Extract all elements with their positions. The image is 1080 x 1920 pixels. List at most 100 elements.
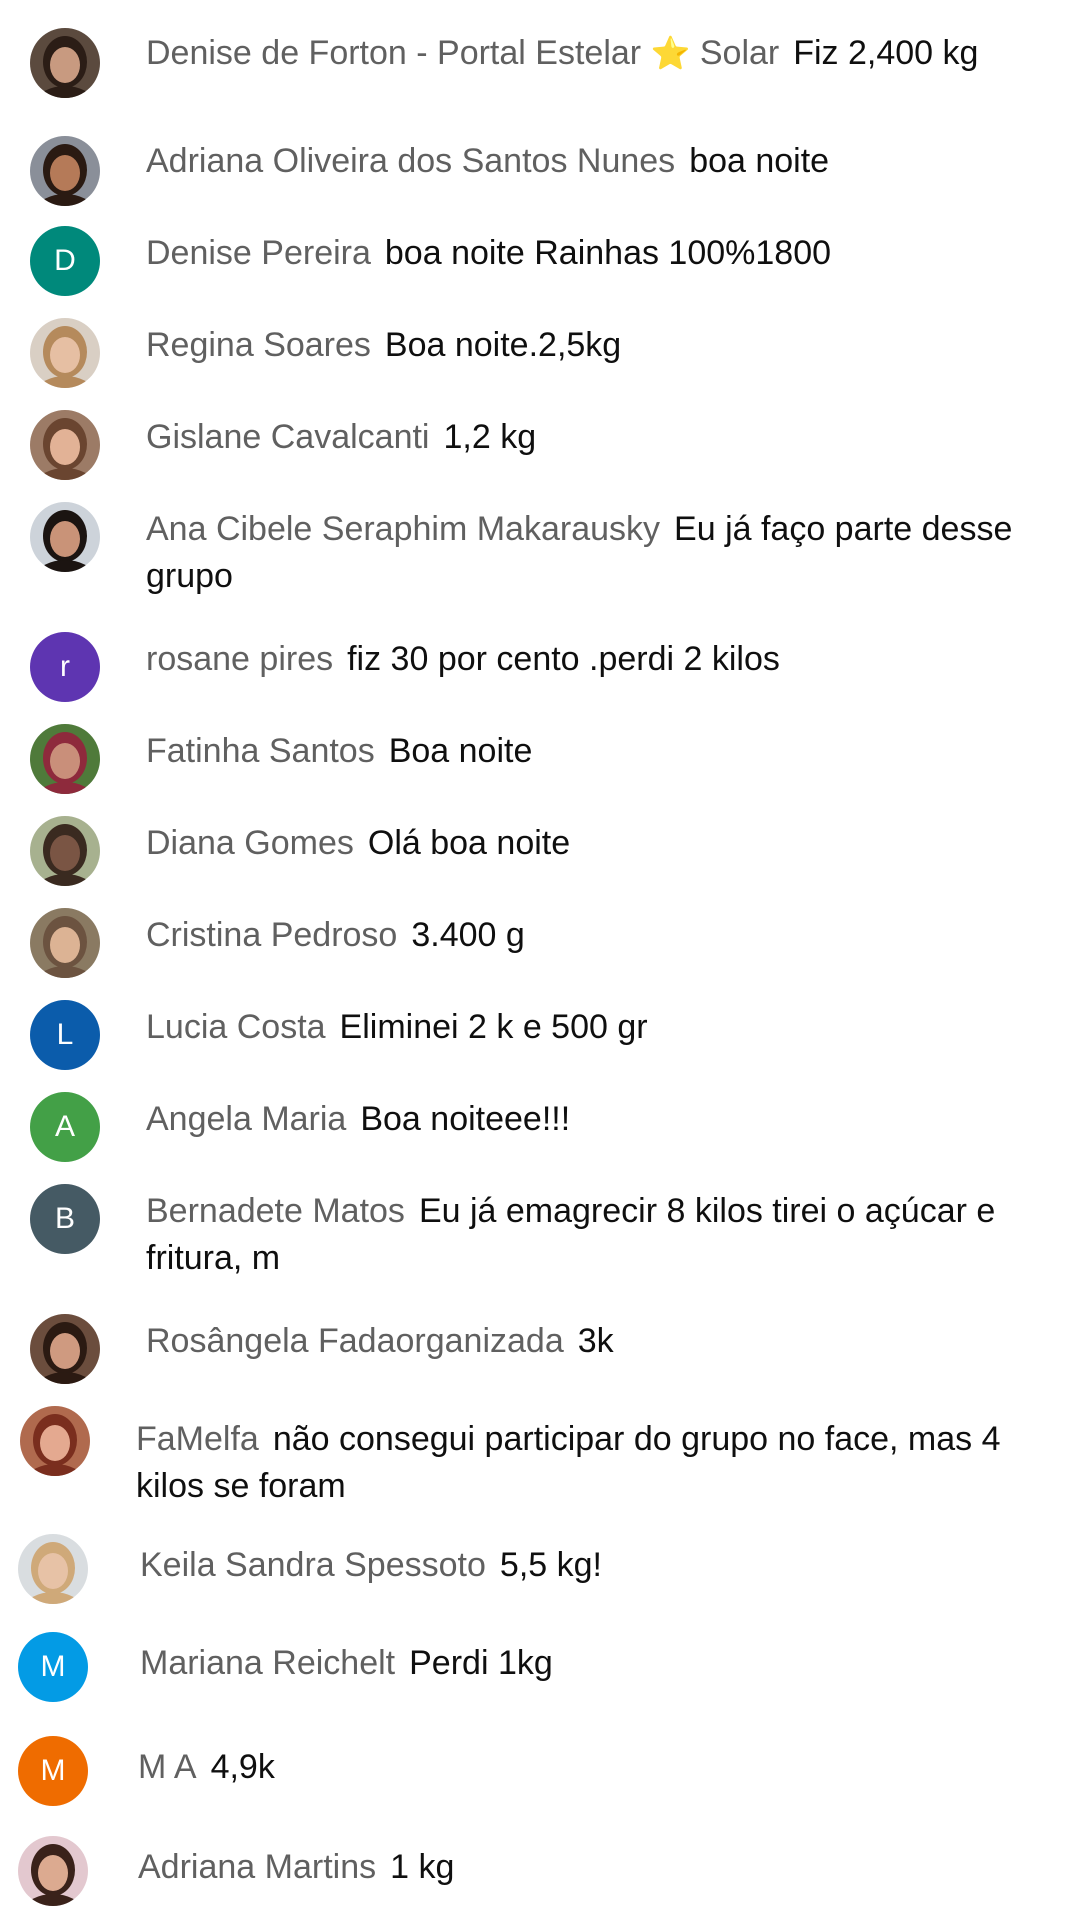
- message-body: 1,2 kg: [443, 418, 537, 456]
- message-body: Fiz 2,400 kg: [793, 34, 979, 72]
- author-name[interactable]: Keila Sandra Spessoto: [140, 1546, 486, 1584]
- author-name[interactable]: Adriana Martins: [138, 1848, 376, 1886]
- author-name[interactable]: Bernadete Matos: [146, 1192, 405, 1230]
- author-name[interactable]: Rosângela Fadaorganizada: [146, 1322, 564, 1360]
- avatar[interactable]: L: [30, 1000, 100, 1070]
- message-text-block: Ana Cibele Seraphim Makarausky Eu já faço…: [146, 506, 1026, 600]
- author-name[interactable]: Adriana Oliveira dos Santos Nunes: [146, 142, 675, 180]
- author-name-text: Denise de Forton - Portal Estelar: [146, 34, 642, 72]
- avatar[interactable]: [30, 908, 100, 978]
- message-text-block: Keila Sandra Spessoto 5,5 kg!: [140, 1542, 1020, 1589]
- author-suffix: Solar: [699, 34, 780, 72]
- message-body: Boa noiteee!!!: [360, 1100, 571, 1138]
- author-name-text: Diana Gomes: [146, 824, 354, 862]
- avatar[interactable]: [30, 136, 100, 206]
- message-text-block: Fatinha Santos Boa noite: [146, 728, 1026, 775]
- message-body: Olá boa noite: [367, 824, 571, 862]
- message-text-block: Diana Gomes Olá boa noite: [146, 820, 1026, 867]
- author-name[interactable]: FaMelfa: [136, 1420, 259, 1458]
- message-body: não consegui participar do grupo no face…: [136, 1420, 1001, 1505]
- avatar[interactable]: A: [30, 1092, 100, 1162]
- star-icon: ⭐: [650, 34, 691, 72]
- author-name-text: Fatinha Santos: [146, 732, 375, 770]
- author-name-text: Lucia Costa: [146, 1008, 326, 1046]
- message-body: fiz 30 por cento .perdi 2 kilos: [347, 640, 780, 678]
- message-text-block: Mariana Reichelt Perdi 1kg: [140, 1640, 1020, 1687]
- author-name-text: Bernadete Matos: [146, 1192, 405, 1230]
- avatar[interactable]: [30, 410, 100, 480]
- author-name-text: Mariana Reichelt: [140, 1644, 396, 1682]
- message-text-block: Cristina Pedroso 3.400 g: [146, 912, 1026, 959]
- message-text-block: Adriana Martins 1 kg: [138, 1844, 1018, 1891]
- author-name-text: Adriana Martins: [138, 1848, 377, 1886]
- avatar-letter: M: [40, 1754, 66, 1787]
- avatar[interactable]: B: [30, 1184, 100, 1254]
- message-text-block: Denise de Forton - Portal Estelar ⭐ Sola…: [146, 30, 1026, 77]
- avatar[interactable]: M: [18, 1736, 88, 1806]
- author-name[interactable]: Gislane Cavalcanti: [146, 418, 429, 456]
- message-text-block: M A 4,9k: [138, 1744, 1018, 1791]
- author-name-text: Angela Maria: [146, 1100, 347, 1138]
- author-name[interactable]: M A: [138, 1748, 197, 1786]
- message-text-block: Rosângela Fadaorganizada 3k: [146, 1318, 1026, 1365]
- message-body: boa noite: [689, 142, 830, 180]
- author-name-text: Rosângela Fadaorganizada: [146, 1322, 564, 1360]
- avatar-letter: L: [56, 1018, 74, 1051]
- message-text-block: Bernadete Matos Eu já emagrecir 8 kilos t…: [146, 1188, 1026, 1282]
- message-text-block: Adriana Oliveira dos Santos Nunes boa noi…: [146, 138, 1026, 185]
- avatar[interactable]: [18, 1836, 88, 1906]
- author-name-text: Ana Cibele Seraphim Makarausky: [146, 510, 661, 548]
- author-name[interactable]: Cristina Pedroso: [146, 916, 397, 954]
- author-name[interactable]: Lucia Costa: [146, 1008, 326, 1046]
- message-text-block: Denise Pereira boa noite Rainhas 100%1800: [146, 230, 1026, 277]
- avatar[interactable]: r: [30, 632, 100, 702]
- message-body: Boa noite: [388, 732, 533, 770]
- author-name[interactable]: Diana Gomes: [146, 824, 354, 862]
- author-name[interactable]: Mariana Reichelt: [140, 1644, 395, 1682]
- message-body: Boa noite.2,5kg: [384, 326, 622, 364]
- avatar-letter: D: [54, 244, 76, 277]
- avatar[interactable]: [18, 1534, 88, 1604]
- message-text-block: Lucia Costa Eliminei 2 k e 500 gr: [146, 1004, 1026, 1051]
- avatar-letter: M: [40, 1650, 66, 1683]
- avatar[interactable]: [30, 816, 100, 886]
- message-text-block: Gislane Cavalcanti 1,2 kg: [146, 414, 1026, 461]
- author-name[interactable]: Ana Cibele Seraphim Makarausky: [146, 510, 660, 548]
- message-body: Eliminei 2 k e 500 gr: [339, 1008, 648, 1046]
- author-name-text: FaMelfa: [136, 1420, 259, 1458]
- author-name[interactable]: Denise de Forton - Portal Estelar ⭐ Sola…: [146, 34, 779, 72]
- message-body: 1 kg: [390, 1848, 455, 1886]
- message-body: boa noite Rainhas 100%1800: [384, 234, 832, 272]
- message-body: 3.400 g: [411, 916, 525, 954]
- live-chat-list: Denise de Forton - Portal Estelar ⭐ Sola…: [0, 0, 1080, 1920]
- message-body: 5,5 kg!: [499, 1546, 602, 1584]
- author-name[interactable]: rosane pires: [146, 640, 333, 678]
- author-name-text: M A: [138, 1748, 197, 1786]
- avatar[interactable]: [30, 318, 100, 388]
- author-name-text: Cristina Pedroso: [146, 916, 398, 954]
- avatar[interactable]: [20, 1406, 90, 1476]
- author-name[interactable]: Regina Soares: [146, 326, 371, 364]
- message-text-block: Angela Maria Boa noiteee!!!: [146, 1096, 1026, 1143]
- message-body: Perdi 1kg: [409, 1644, 553, 1682]
- author-name[interactable]: Angela Maria: [146, 1100, 346, 1138]
- author-name-text: Adriana Oliveira dos Santos Nunes: [146, 142, 676, 180]
- author-name[interactable]: Denise Pereira: [146, 234, 371, 272]
- author-name[interactable]: Fatinha Santos: [146, 732, 375, 770]
- message-body: 3k: [577, 1322, 614, 1360]
- message-text-block: FaMelfa não consegui participar do grupo …: [136, 1416, 1016, 1510]
- avatar[interactable]: D: [30, 226, 100, 296]
- message-text-block: Regina Soares Boa noite.2,5kg: [146, 322, 1026, 369]
- author-name-text: Denise Pereira: [146, 234, 371, 272]
- avatar-letter: A: [54, 1110, 75, 1143]
- message-body: 4,9k: [210, 1748, 275, 1786]
- avatar[interactable]: [30, 1314, 100, 1384]
- avatar[interactable]: M: [18, 1632, 88, 1702]
- avatar[interactable]: [30, 724, 100, 794]
- message-text-block: rosane pires fiz 30 por cento .perdi 2 ki…: [146, 636, 1026, 683]
- avatar-letter: B: [54, 1202, 75, 1235]
- author-name-text: Gislane Cavalcanti: [146, 418, 430, 456]
- avatar[interactable]: [30, 28, 100, 98]
- avatar[interactable]: [30, 502, 100, 572]
- author-name-text: rosane pires: [146, 640, 334, 678]
